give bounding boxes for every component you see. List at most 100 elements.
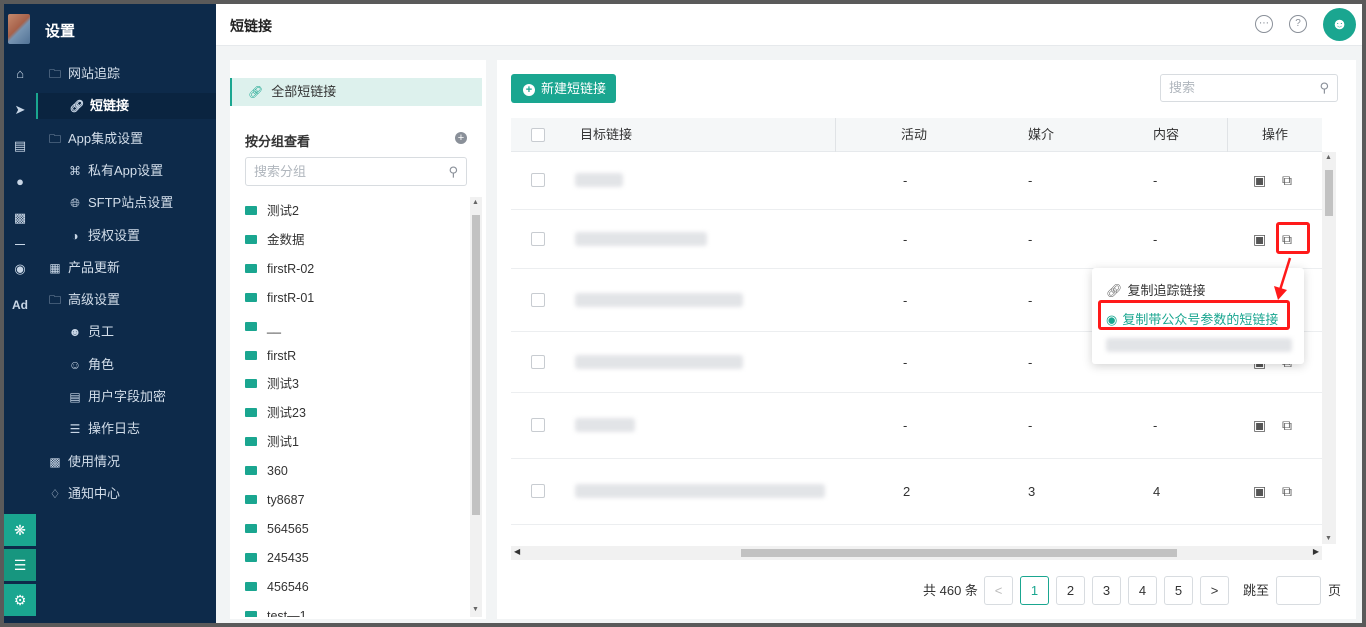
table-row: - - - ▣ ⧉ [511, 152, 1322, 210]
copy-tracking-link-item[interactable]: 🔗︎ 复制追踪链接 [1106, 280, 1206, 299]
scroll-down-icon[interactable]: ▼ [1325, 535, 1332, 542]
redacted-target-link[interactable] [575, 292, 743, 307]
table-horizontal-scrollbar[interactable]: ◀ ▶ [511, 546, 1322, 560]
group-item[interactable]: 360 [245, 460, 288, 482]
sidebar-item[interactable]: ♢ 通知中心 [36, 481, 216, 507]
col-target-link[interactable]: 目标链接 [580, 118, 632, 152]
row-checkbox[interactable] [531, 354, 545, 369]
row-checkbox[interactable] [531, 173, 545, 187]
wechat-icon[interactable]: ◉ [4, 256, 36, 282]
group-search-input[interactable]: 搜索分组 ⚲ [245, 157, 467, 186]
sidebar-item[interactable]: ▤ 用户字段加密 [36, 384, 216, 410]
ad-icon[interactable]: Ad [4, 292, 36, 318]
row-checkbox[interactable] [531, 484, 545, 498]
role-icon: ☺ [68, 357, 82, 372]
group-item[interactable]: 测试1 [245, 431, 299, 453]
server-icon[interactable]: ☰ [4, 549, 36, 581]
avatar[interactable]: ☻ [1323, 8, 1356, 41]
all-short-links[interactable]: 🔗︎ 全部短链接 [230, 78, 482, 106]
group-item[interactable]: firstR-01 [245, 287, 314, 309]
cell-medium: - [1028, 292, 1033, 308]
search-input[interactable]: 搜索 ⚲ [1160, 74, 1338, 102]
copy-icon[interactable]: ⧉ [1282, 172, 1292, 189]
page-3-button[interactable]: 3 [1092, 576, 1121, 605]
sidebar-item[interactable]: ◑ 授权设置 [36, 223, 216, 249]
col-divider [835, 118, 836, 152]
new-short-link-button[interactable]: + 新建短链接 [511, 74, 616, 103]
sidebar-item[interactable]: 🔗︎ 短链接 [36, 93, 216, 120]
group-item[interactable]: 456546 [245, 576, 309, 598]
group-item[interactable]: firstR-02 [245, 258, 314, 280]
redacted-target-link[interactable] [575, 354, 743, 369]
group-scrollbar[interactable]: ▲ ▼ [470, 197, 482, 617]
scroll-up-icon[interactable]: ▲ [1325, 154, 1332, 161]
app-window: ⌂ ➤ ▤ ● ▩ — ◉ Ad ❋ ☰ ⚙ 设置 🗀︎ 网站追踪 🔗︎ 短链接 🗀︎ A… [4, 4, 1362, 623]
chart-icon[interactable]: ▩ [4, 205, 36, 231]
sidebar-item[interactable]: 🗀︎ App集成设置 [36, 126, 216, 152]
scroll-thumb[interactable] [472, 215, 480, 515]
page-5-button[interactable]: 5 [1164, 576, 1193, 605]
group-item[interactable]: 测试23 [245, 402, 306, 424]
user-icon[interactable]: ● [4, 169, 36, 195]
home-icon[interactable]: ⌂ [4, 61, 36, 87]
help-icon[interactable]: ? [1289, 15, 1307, 33]
sidebar-item[interactable]: ☰ 操作日志 [36, 416, 216, 442]
redacted-target-link[interactable] [575, 173, 623, 187]
cell-campaign: - [903, 231, 908, 247]
group-item[interactable]: 564565 [245, 518, 309, 540]
scroll-up-icon[interactable]: ▲ [472, 199, 479, 206]
sidebar-item[interactable]: ☺ 角色 [36, 352, 216, 378]
layout-icon[interactable]: ▤ [4, 133, 36, 159]
sidebar-item[interactable]: 🌐︎ SFTP站点设置 [36, 190, 216, 216]
sidebar-item[interactable]: 🗀︎ 网站追踪 [36, 61, 216, 87]
page-1-button[interactable]: 1 [1020, 576, 1049, 605]
group-item[interactable]: 测试2 [245, 200, 299, 222]
col-content[interactable]: 内容 [1153, 118, 1179, 152]
edit-icon[interactable]: ▣ [1253, 417, 1266, 434]
copy-icon[interactable]: ⧉ [1282, 417, 1292, 434]
row-checkbox[interactable] [531, 292, 545, 307]
redacted-target-link[interactable] [575, 418, 635, 432]
scroll-thumb[interactable] [1325, 170, 1333, 216]
sidebar-item[interactable]: 🗀︎ 高级设置 [36, 287, 216, 313]
network-icon[interactable]: ❋ [4, 514, 36, 546]
next-page-button[interactable]: > [1200, 576, 1229, 605]
add-group-icon[interactable]: + [455, 132, 467, 144]
sidebar-item[interactable]: ☻ 员工 [36, 319, 216, 345]
sidebar-item[interactable]: ▦ 产品更新 [36, 255, 216, 281]
copy-icon[interactable]: ⧉ [1282, 483, 1292, 500]
group-item[interactable]: firstR [245, 345, 296, 367]
scroll-thumb[interactable] [741, 549, 1177, 557]
jump-page-input[interactable] [1276, 576, 1321, 605]
col-medium[interactable]: 媒介 [1028, 118, 1054, 152]
chat-icon[interactable]: ⋯ [1255, 15, 1273, 33]
redacted-target-link[interactable] [575, 231, 707, 246]
page-4-button[interactable]: 4 [1128, 576, 1157, 605]
group-item[interactable]: test—1 [245, 605, 307, 617]
edit-icon[interactable]: ▣ [1253, 483, 1266, 500]
table-vertical-scrollbar[interactable]: ▲ ▼ [1322, 152, 1336, 544]
sidebar-item-label: SFTP站点设置 [88, 195, 174, 211]
page-2-button[interactable]: 2 [1056, 576, 1085, 605]
select-all-checkbox[interactable] [531, 128, 545, 142]
group-item[interactable]: ty8687 [245, 489, 305, 511]
group-item[interactable]: __ [245, 316, 281, 338]
sidebar-item[interactable]: ▩ 使用情况 [36, 449, 216, 475]
gear-icon[interactable]: ⚙ [4, 584, 36, 616]
scroll-right-icon[interactable]: ▶ [1313, 547, 1319, 556]
row-checkbox[interactable] [531, 418, 545, 432]
group-item[interactable]: 测试3 [245, 373, 299, 395]
scroll-down-icon[interactable]: ▼ [472, 606, 479, 613]
sidebar-item[interactable]: ⌘ 私有App设置 [36, 158, 216, 184]
edit-icon[interactable]: ▣ [1253, 231, 1266, 248]
group-item[interactable]: 金数据 [245, 229, 305, 251]
group-item[interactable]: 245435 [245, 547, 309, 569]
redacted-item[interactable] [1106, 338, 1292, 352]
row-checkbox[interactable] [531, 231, 545, 246]
prev-page-button[interactable]: < [984, 576, 1013, 605]
send-icon[interactable]: ➤ [4, 97, 36, 123]
scroll-left-icon[interactable]: ◀ [514, 547, 520, 556]
edit-icon[interactable]: ▣ [1253, 172, 1266, 189]
col-campaign[interactable]: 活动 [901, 118, 927, 152]
redacted-target-link[interactable] [575, 484, 825, 498]
